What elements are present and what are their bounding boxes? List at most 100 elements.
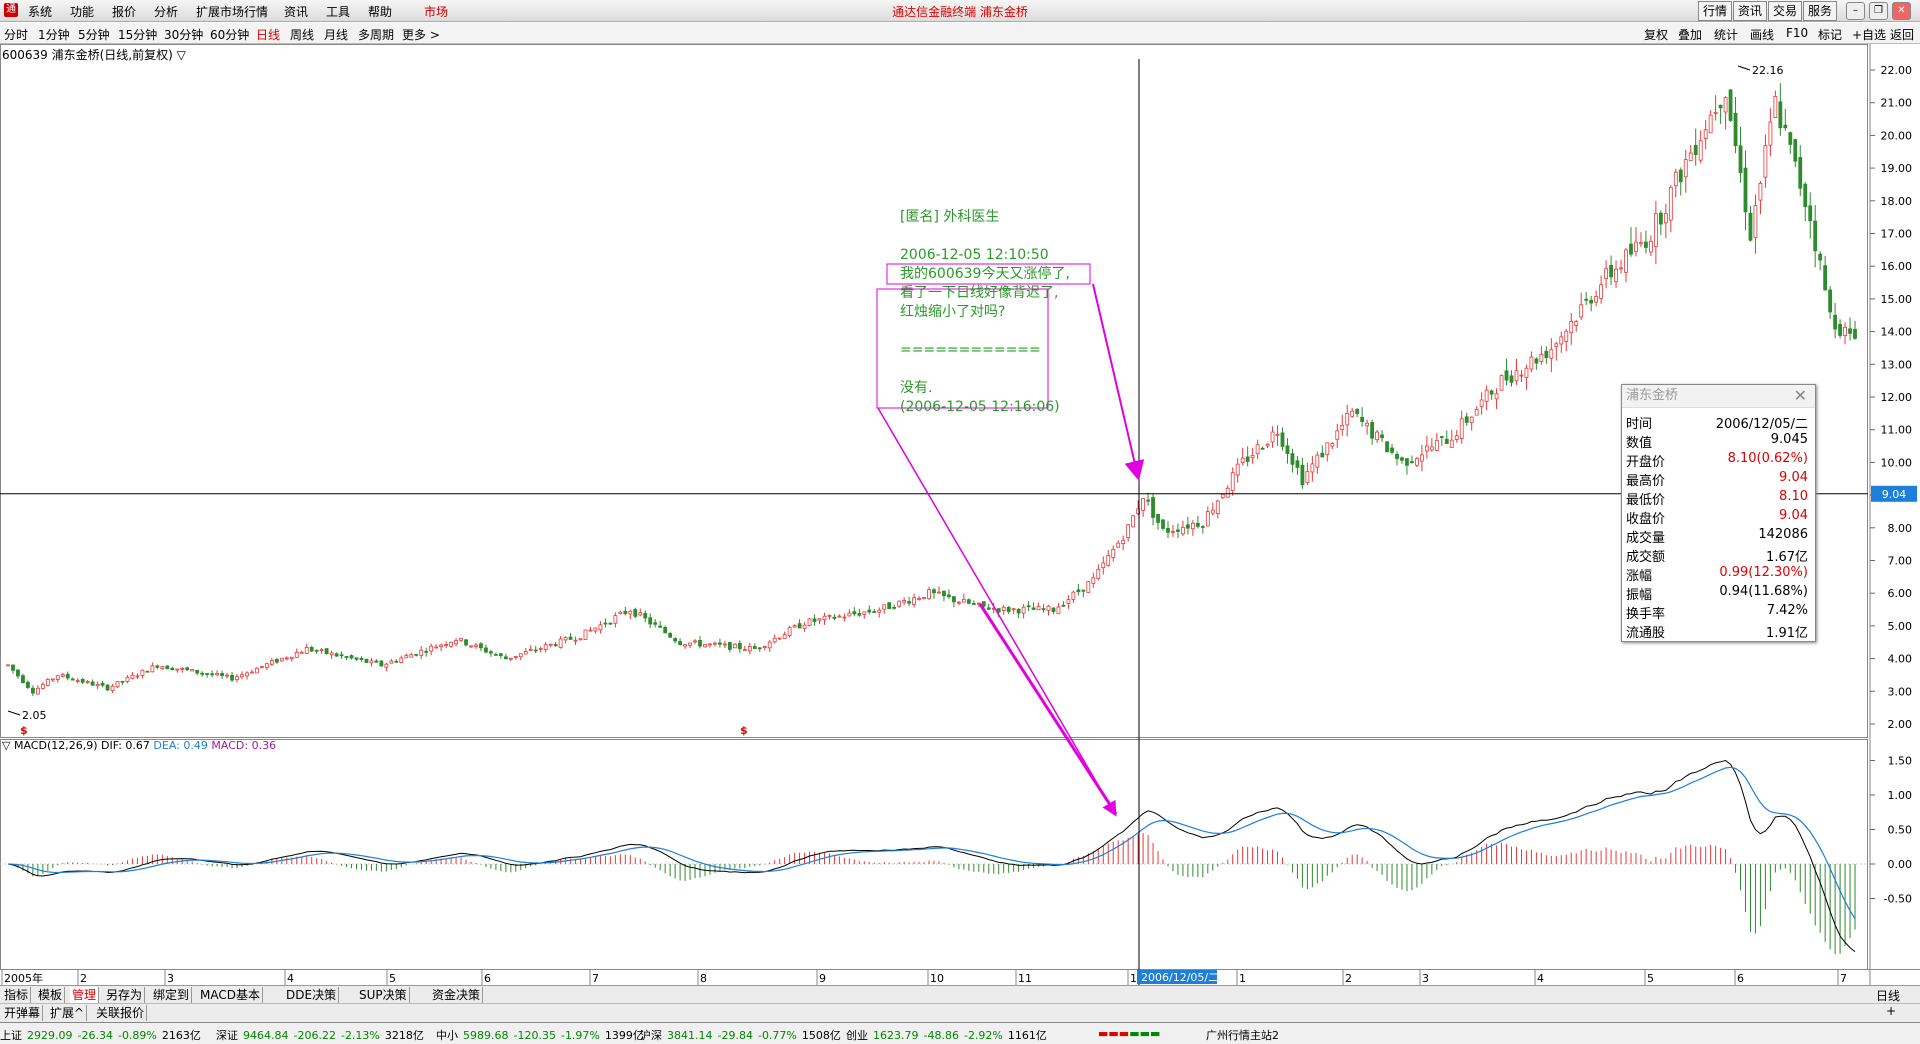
close-icon[interactable]: ✕: [1892, 2, 1911, 20]
btn-back[interactable]: 返回: [1890, 26, 1914, 43]
popup-close-icon[interactable]: ✕: [1794, 385, 1807, 407]
plus-icon[interactable]: +: [1886, 1004, 1896, 1018]
candle-body: [917, 598, 921, 600]
indicator-tab[interactable]: 指标: [2, 987, 32, 1003]
extra-tab[interactable]: 关联报价: [94, 1005, 148, 1021]
candle-body: [45, 678, 50, 686]
candle-body: [1325, 442, 1330, 455]
status-indicator-icon: ▬▬▬▬▬▬: [1098, 1027, 1161, 1040]
macd-tick-label: 0.50: [1888, 824, 1913, 837]
index-quote[interactable]: 沪深 3841.14 -29.84 -0.77% 1508亿: [640, 1027, 846, 1043]
candle-body: [439, 644, 444, 647]
indicator-tab[interactable]: 资金决策: [430, 987, 484, 1003]
tab-trade[interactable]: 交易: [1768, 1, 1803, 21]
index-quote[interactable]: 深证 9464.84 -206.22 -2.13% 3218亿: [216, 1027, 429, 1043]
server-name[interactable]: 广州行情主站2: [1206, 1027, 1279, 1043]
indicator-tab[interactable]: DDE决策: [284, 987, 340, 1003]
candle-body: [1499, 375, 1504, 391]
btn-stats[interactable]: 统计: [1714, 26, 1738, 43]
candle-body: [369, 660, 374, 664]
candle-body: [175, 668, 180, 671]
candle-body: [374, 660, 379, 663]
candle-body: [1763, 145, 1768, 178]
period-5min[interactable]: 5分钟: [78, 26, 110, 43]
candle-body: [1549, 349, 1554, 359]
indicator-tab[interactable]: 模板: [36, 987, 66, 1003]
x-month-label: 1: [1239, 972, 1246, 985]
candle-body: [1853, 328, 1857, 339]
menu-system[interactable]: 系统: [28, 3, 52, 20]
candle-body: [847, 612, 852, 617]
candle-body: [1534, 358, 1539, 364]
extra-tab[interactable]: 开弹幕: [2, 1005, 44, 1021]
btn-draw[interactable]: 画线: [1750, 26, 1774, 43]
candle-body: [1668, 186, 1673, 221]
cursor-info-popup[interactable]: 浦东金桥 ✕ 时间 2006/12/05/二 数值 9.045 开盘价 8.10(0.62…: [1621, 384, 1816, 642]
indicator-tab[interactable]: MACD基本: [198, 987, 263, 1003]
period-fenshi[interactable]: 分时: [4, 26, 28, 43]
tab-quote[interactable]: 行情: [1698, 1, 1733, 21]
candle-body: [618, 611, 623, 615]
indicator-tab[interactable]: 另存为: [104, 987, 146, 1003]
btn-overlay[interactable]: 叠加: [1678, 26, 1702, 43]
menu-ext-market[interactable]: 扩展市场行情: [196, 3, 268, 20]
menu-news[interactable]: 资讯: [284, 3, 308, 20]
index-quote[interactable]: 中小 5989.68 -120.35 -1.97% 1399亿: [436, 1027, 649, 1043]
macd-tick-label: 1.50: [1888, 755, 1913, 768]
period-60min[interactable]: 60分钟: [210, 26, 249, 43]
candle-body: [1106, 555, 1111, 566]
index-quote[interactable]: 创业 1623.79 -48.86 -2.92% 1161亿: [846, 1027, 1052, 1043]
candle-body: [1101, 562, 1106, 569]
index-name: 中小: [436, 1029, 458, 1042]
period-weekly[interactable]: 周线: [290, 26, 314, 43]
candle-body: [603, 622, 608, 625]
macd-toggle-icon[interactable]: ▽: [2, 739, 14, 752]
extra-tab[interactable]: 扩展^: [48, 1005, 88, 1021]
menu-analysis[interactable]: 分析: [154, 3, 178, 20]
candle-body: [1444, 438, 1449, 444]
menu-tools[interactable]: 工具: [326, 3, 350, 20]
candle-body: [1041, 608, 1046, 611]
candle-body: [1186, 524, 1190, 529]
candle-body: [1559, 336, 1564, 345]
period-15min[interactable]: 15分钟: [118, 26, 157, 43]
menu-market[interactable]: 市场: [424, 3, 448, 20]
candle-body: [832, 616, 837, 619]
popup-row: 振幅 0.94(11.68%): [1626, 584, 1808, 603]
period-1min[interactable]: 1分钟: [38, 26, 70, 43]
candle-body: [1056, 606, 1061, 615]
macd-tick-label: 0.00: [1888, 858, 1913, 871]
menu-quote[interactable]: 报价: [112, 3, 136, 20]
period-monthly[interactable]: 月线: [324, 26, 348, 43]
restore-icon[interactable]: ❐: [1869, 2, 1888, 20]
candle-body: [1439, 436, 1444, 438]
popup-row: 成交额 1.67亿: [1626, 546, 1808, 565]
btn-fuquan[interactable]: 复权: [1644, 26, 1668, 43]
period-30min[interactable]: 30分钟: [164, 26, 203, 43]
candle-body: [638, 612, 643, 616]
candle-body: [1295, 460, 1300, 468]
btn-mark[interactable]: 标记: [1818, 26, 1842, 43]
menu-function[interactable]: 功能: [70, 3, 94, 20]
index-quote[interactable]: 上证 2929.09 -26.34 -0.89% 2163亿: [0, 1027, 206, 1043]
btn-add-favorite[interactable]: +自选: [1852, 26, 1886, 43]
minimize-icon[interactable]: –: [1846, 2, 1865, 20]
index-pct: -0.89%: [117, 1029, 157, 1042]
indicator-tab[interactable]: 绑定到: [151, 987, 193, 1003]
btn-f10[interactable]: F10: [1786, 26, 1808, 40]
candle-body: [230, 674, 234, 681]
indicator-tab[interactable]: 管理: [70, 987, 100, 1003]
candle-body: [558, 638, 563, 648]
period-daily[interactable]: 日线: [256, 26, 280, 43]
index-pct: -2.92%: [963, 1029, 1003, 1042]
tab-service[interactable]: 服务: [1803, 1, 1838, 21]
candle-body: [55, 675, 60, 680]
period-more[interactable]: 更多 >: [402, 26, 440, 43]
menu-help[interactable]: 帮助: [368, 3, 392, 20]
period-multi[interactable]: 多周期: [358, 26, 394, 43]
tab-news[interactable]: 资讯: [1733, 1, 1768, 21]
candle-body: [60, 674, 65, 677]
candle-body: [872, 611, 877, 613]
candle-body: [1723, 97, 1728, 113]
indicator-tab[interactable]: SUP决策: [357, 987, 410, 1003]
